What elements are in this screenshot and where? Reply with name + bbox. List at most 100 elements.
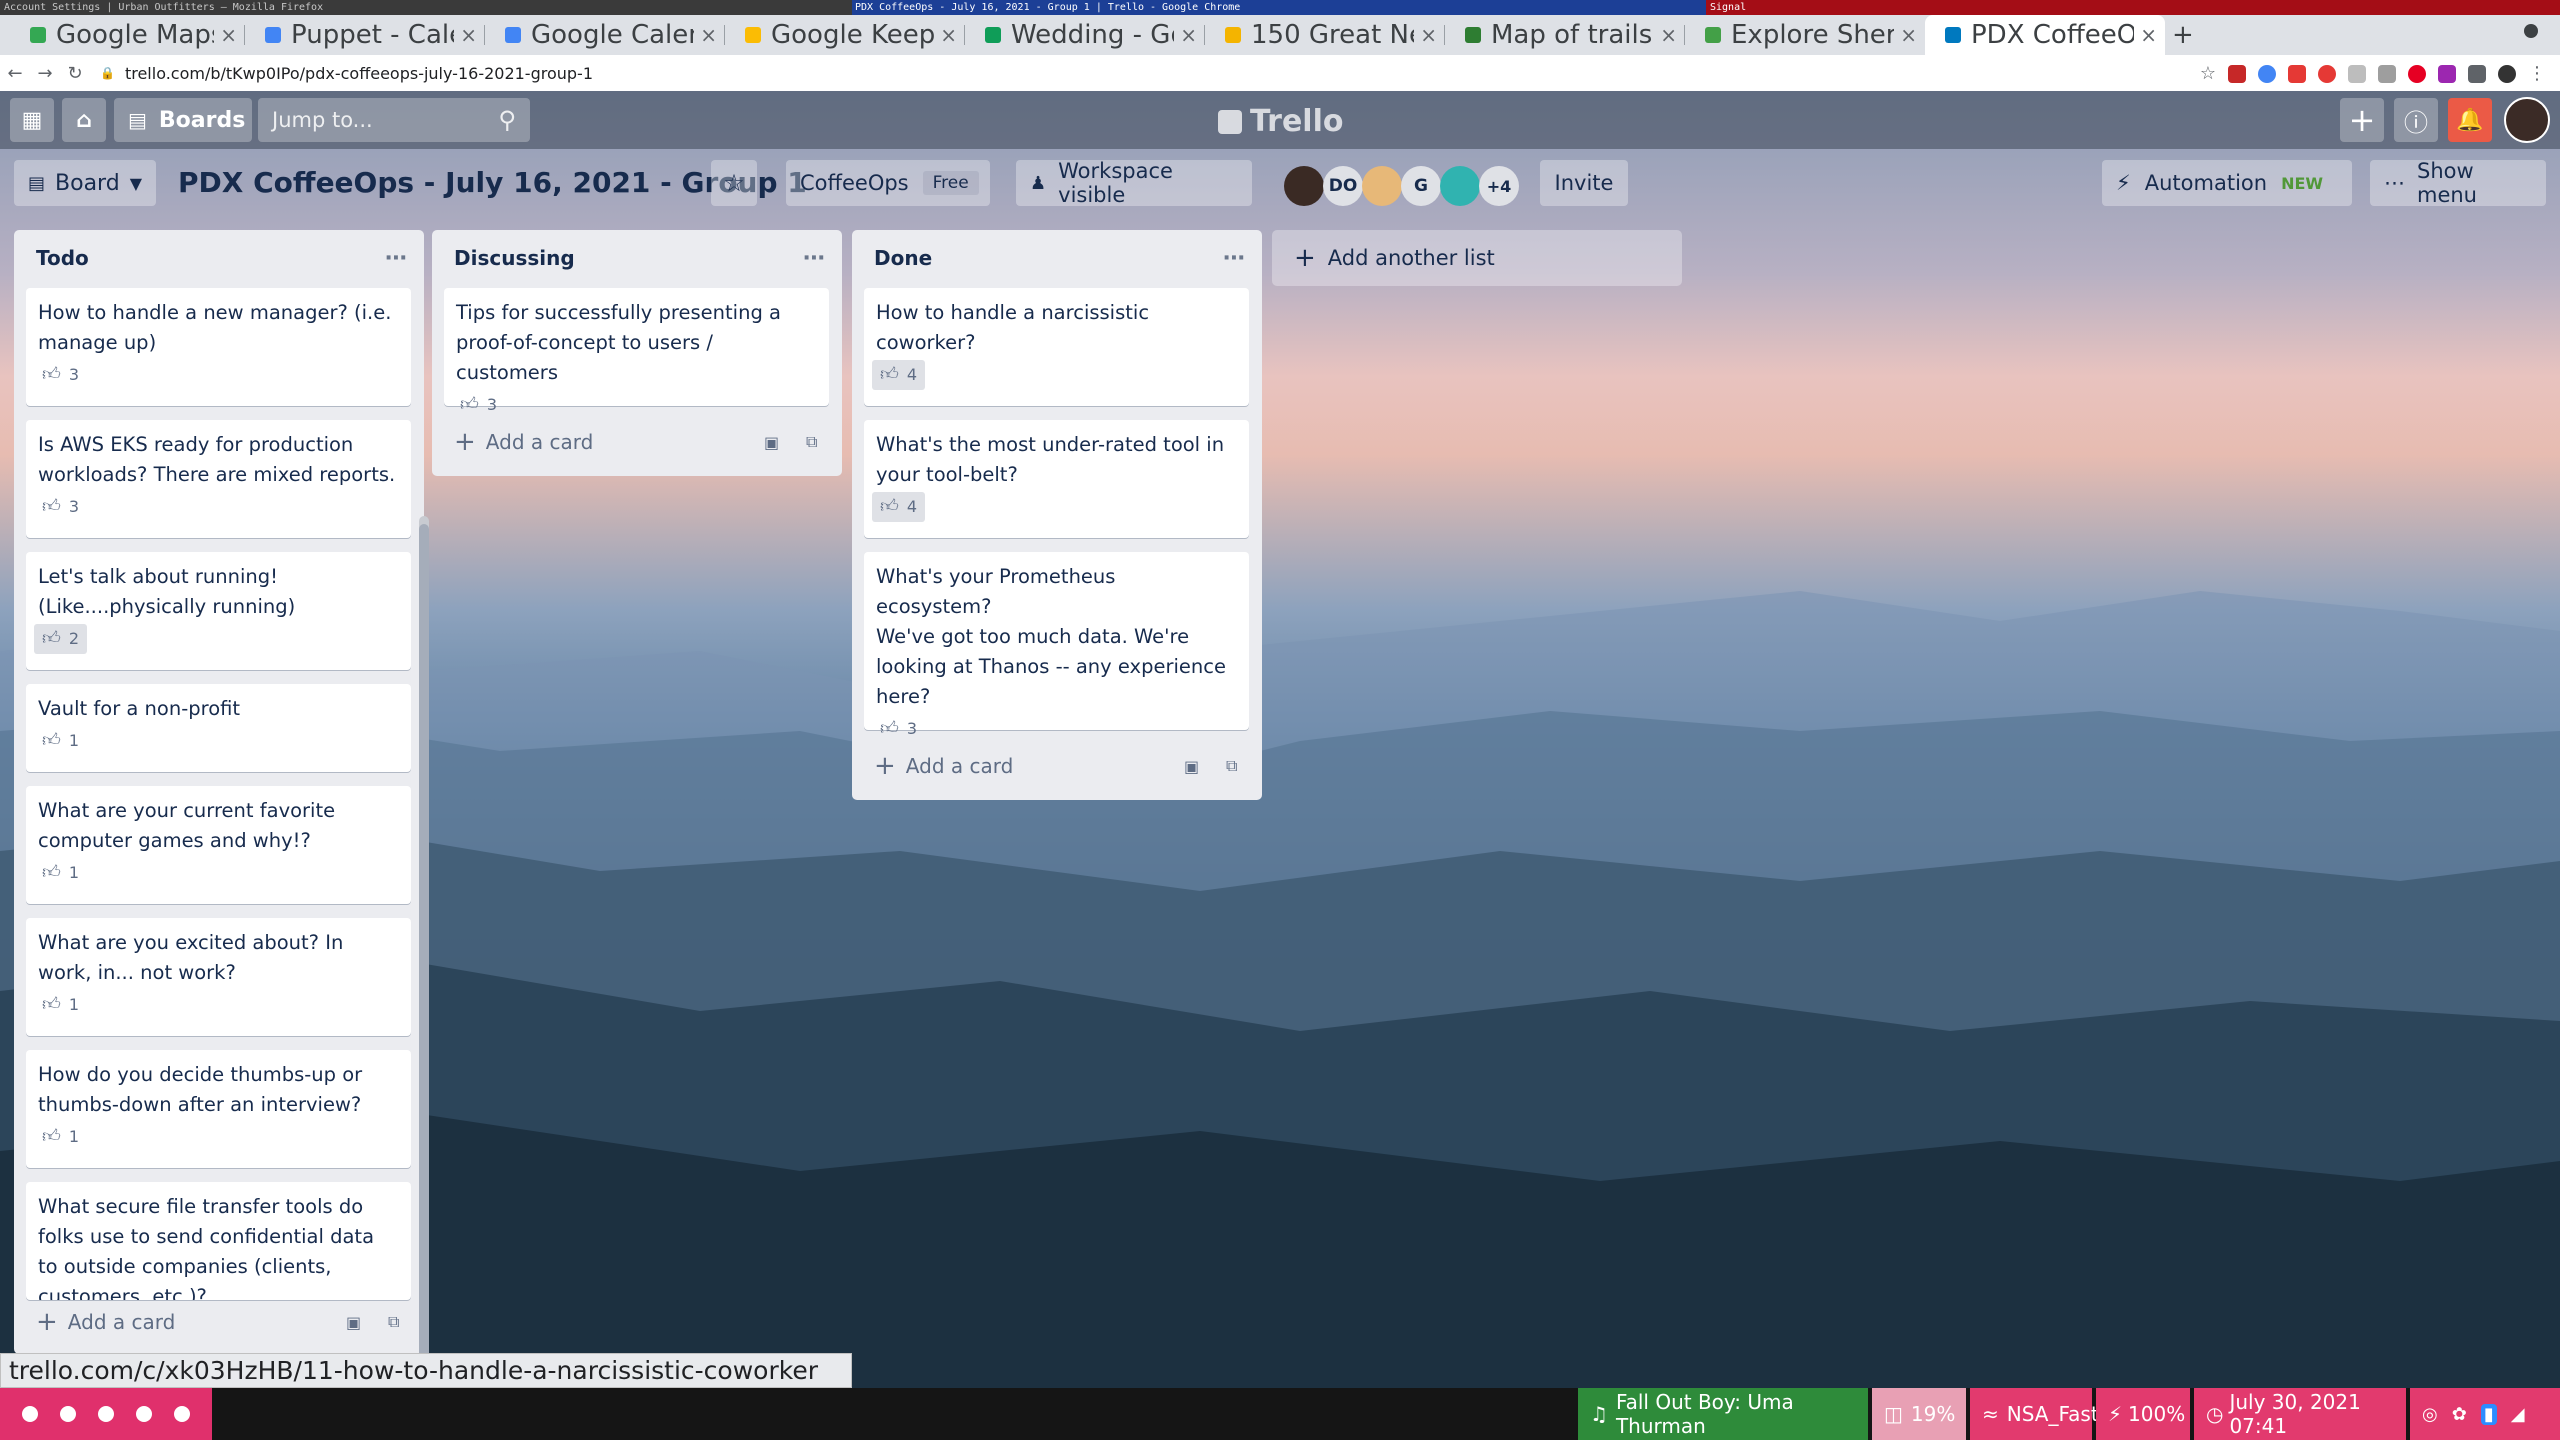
list-header[interactable]: Todo ⋯ — [14, 230, 424, 286]
list-menu-icon[interactable]: ⋯ — [385, 246, 408, 271]
card[interactable]: Let's talk about running! (Like....physic… — [26, 552, 411, 670]
card[interactable]: What's your Prometheus ecosystem? We've g… — [864, 552, 1249, 739]
card-template-icon[interactable]: ⧉ — [806, 432, 817, 452]
card[interactable]: Tips for successfully presenting a proof-… — [444, 288, 829, 415]
list-scrollbar[interactable] — [419, 516, 429, 1440]
workspace-dot[interactable] — [60, 1406, 76, 1422]
browser-tab[interactable]: Explore Sherra× — [1685, 15, 1925, 55]
boards-button[interactable]: ▤ Boards — [114, 98, 252, 142]
list-title[interactable]: Discussing — [454, 246, 575, 270]
extension-icon[interactable] — [2228, 64, 2246, 83]
tray-app-icon[interactable]: ◎ — [2422, 1404, 2438, 1425]
camera-icon[interactable]: ▣ — [346, 1313, 361, 1332]
window-control-icon[interactable] — [2524, 24, 2538, 38]
extension-icon[interactable] — [2348, 64, 2366, 83]
reload-icon[interactable]: ↻ — [60, 63, 90, 84]
more-members-badge[interactable]: +4 — [1479, 166, 1519, 206]
member-avatar[interactable]: G — [1401, 166, 1441, 206]
extension-icon[interactable] — [2318, 64, 2336, 83]
search-icon[interactable]: ⚲ — [498, 106, 516, 134]
clock[interactable]: ◷ July 30, 2021 07:41 — [2194, 1388, 2406, 1440]
tab-close-icon[interactable]: × — [1900, 23, 1917, 47]
wifi-status[interactable]: ≈ NSA_Fast — [1970, 1388, 2099, 1440]
card-template-icon[interactable]: ⧉ — [1226, 756, 1237, 776]
browser-tab[interactable]: 150 Great New× — [1205, 15, 1445, 55]
card[interactable]: Vault for a non-profit 👍︎ 1 — [26, 684, 411, 772]
info-icon[interactable]: ⓘ — [2394, 98, 2438, 142]
workspace-dot[interactable] — [174, 1406, 190, 1422]
card-template-icon[interactable]: ⧉ — [388, 1312, 399, 1332]
browser-tab-active[interactable]: PDX CoffeeOp× — [1925, 15, 2165, 55]
jump-to-search-input[interactable]: Jump to... ⚲ — [258, 98, 530, 142]
card[interactable]: What are your current favorite computer g… — [26, 786, 411, 904]
list-header[interactable]: Done ⋯ — [852, 230, 1262, 286]
list-menu-icon[interactable]: ⋯ — [1223, 246, 1246, 271]
create-plus-button[interactable]: + — [2340, 98, 2384, 142]
volume-icon[interactable]: ◢ — [2511, 1404, 2525, 1425]
extension-icon[interactable] — [2288, 64, 2306, 83]
visibility-button[interactable]: ♟ Workspace visible — [1016, 159, 1252, 207]
address-bar[interactable]: 🔒 trello.com/b/tKwp0IPo/pdx-coffeeops-jul… — [100, 64, 593, 83]
show-menu-button[interactable]: ⋯ Show menu — [2370, 159, 2546, 207]
tab-close-icon[interactable]: × — [1660, 23, 1677, 47]
tab-close-icon[interactable]: × — [940, 23, 957, 47]
back-icon[interactable]: ← — [0, 63, 30, 84]
music-status[interactable]: ♫ Fall Out Boy: Uma Thurman — [1578, 1388, 1868, 1440]
automation-button[interactable]: ⚡ Automation NEW — [2102, 160, 2352, 206]
add-card-button[interactable]: + Add a card ▣ ⧉ — [444, 420, 829, 464]
workspace-dot[interactable] — [98, 1406, 114, 1422]
card[interactable]: How to handle a narcissistic coworker? 👍︎ 4 — [864, 288, 1249, 406]
browser-tab[interactable]: Puppet - Calen× — [245, 15, 485, 55]
card[interactable]: What's the most under-rated tool in your … — [864, 420, 1249, 538]
list-title[interactable]: Todo — [36, 246, 89, 270]
member-avatar[interactable]: DO — [1323, 166, 1363, 206]
tab-close-icon[interactable]: × — [1180, 23, 1197, 47]
bookmark-star-icon[interactable]: ☆ — [2200, 63, 2216, 84]
list-header[interactable]: Discussing ⋯ — [432, 230, 842, 286]
workspace-dot[interactable] — [136, 1406, 152, 1422]
extension-icon[interactable] — [2258, 64, 2276, 83]
notification-bell-icon[interactable]: 🔔 — [2448, 98, 2492, 142]
browser-tab[interactable]: Map of trails n× — [1445, 15, 1685, 55]
tray-app-icon[interactable]: ✿ — [2452, 1404, 2467, 1425]
browser-tab[interactable]: Wedding - Goo× — [965, 15, 1205, 55]
new-tab-button[interactable]: + — [2172, 15, 2194, 55]
pinterest-icon[interactable] — [2408, 64, 2426, 83]
extension-icon[interactable] — [2438, 64, 2456, 83]
card[interactable]: Is AWS EKS ready for production workloads… — [26, 420, 411, 538]
puzzle-icon[interactable] — [2468, 64, 2486, 83]
list-title[interactable]: Done — [874, 246, 932, 270]
browser-tab[interactable]: Google Calenda× — [485, 15, 725, 55]
list-menu-icon[interactable]: ⋯ — [803, 246, 826, 271]
board-view-switcher[interactable]: ▤ Board ▼ — [14, 160, 156, 206]
star-board-icon[interactable]: ☆ — [711, 160, 757, 206]
trello-logo[interactable]: Trello — [1218, 104, 1344, 139]
invite-button[interactable]: Invite — [1540, 160, 1628, 206]
member-avatar[interactable] — [1440, 166, 1480, 206]
member-avatar[interactable] — [1284, 166, 1324, 206]
workspace-button[interactable]: CoffeeOps Free — [786, 160, 990, 206]
tab-close-icon[interactable]: × — [460, 23, 477, 47]
zoom-icon[interactable]: ▮ — [2480, 1403, 2497, 1425]
member-avatar[interactable] — [1362, 166, 1402, 206]
card[interactable]: What are you excited about? In work, in..… — [26, 918, 411, 1036]
tab-close-icon[interactable]: × — [700, 23, 717, 47]
card[interactable]: What secure file transfer tools do folks … — [26, 1182, 411, 1300]
camera-icon[interactable]: ▣ — [764, 433, 779, 452]
user-avatar[interactable] — [2504, 97, 2550, 143]
apps-grid-icon[interactable]: ▦ — [10, 98, 54, 142]
add-another-list-button[interactable]: + Add another list — [1272, 230, 1682, 286]
camera-icon[interactable]: ▣ — [1184, 757, 1199, 776]
extension-icon[interactable] — [2378, 64, 2396, 83]
tab-close-icon[interactable]: × — [2140, 23, 2157, 47]
card[interactable]: How to handle a new manager? (i.e. manage… — [26, 288, 411, 406]
add-card-button[interactable]: + Add a card ▣ ⧉ — [26, 1300, 411, 1344]
tab-close-icon[interactable]: × — [1420, 23, 1437, 47]
scrollbar-thumb[interactable] — [419, 524, 429, 1440]
card[interactable]: How do you decide thumbs-up or thumbs-dow… — [26, 1050, 411, 1168]
browser-tab[interactable]: Google Keep × — [725, 15, 965, 55]
tab-close-icon[interactable]: × — [220, 23, 237, 47]
profile-avatar-icon[interactable] — [2498, 64, 2516, 83]
forward-icon[interactable]: → — [30, 63, 60, 84]
browser-tab[interactable]: Google Maps × — [10, 15, 245, 55]
